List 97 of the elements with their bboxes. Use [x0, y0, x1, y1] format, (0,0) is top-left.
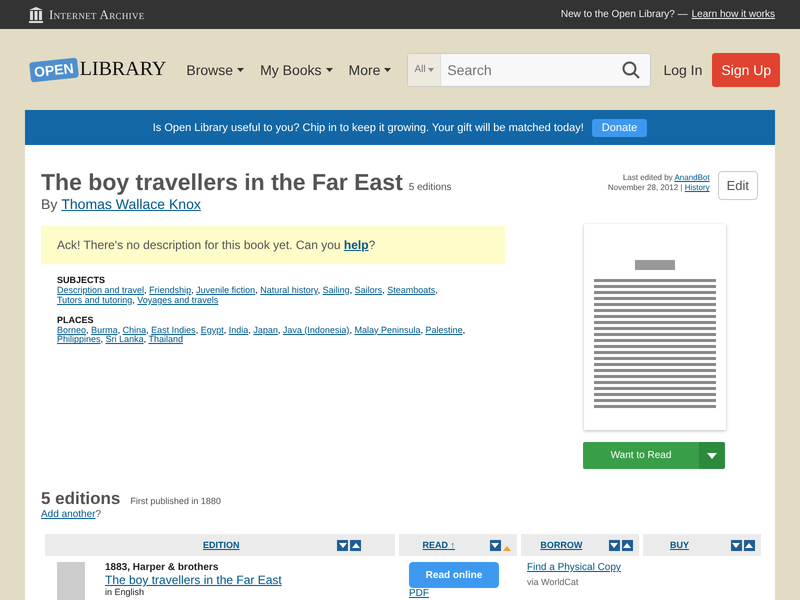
reading-list-dropdown[interactable]	[699, 442, 725, 469]
separator-comma: ,	[118, 324, 120, 335]
edition-cover-image	[57, 562, 85, 600]
nav-menu[interactable]: Browse	[180, 62, 250, 78]
places-heading: PLACES	[57, 316, 95, 326]
column-sort-link[interactable]: EDITION	[203, 540, 240, 550]
sort-descending-icon[interactable]	[730, 540, 742, 550]
separator-comma: ,	[382, 284, 385, 295]
edit-button[interactable]: Edit	[718, 171, 758, 200]
login-link[interactable]: Log In	[663, 62, 702, 78]
search-input[interactable]: Search	[441, 62, 622, 78]
subject-link[interactable]: Friendship	[149, 284, 192, 295]
subject-link[interactable]: Tutors and tutoring	[57, 294, 132, 305]
place-link[interactable]: India	[228, 324, 248, 335]
subject-link[interactable]: Sailors	[354, 284, 382, 295]
nav-menu[interactable]: More	[342, 62, 398, 78]
caret-icon	[237, 68, 244, 72]
separator-comma: ,	[132, 294, 135, 305]
separator-comma: ,	[349, 324, 352, 335]
place-link[interactable]: Borneo	[57, 324, 86, 335]
subject-link[interactable]: Voyages and travels	[137, 294, 218, 305]
separator-comma: ,	[146, 324, 149, 335]
column-sort-link[interactable]: BORROW	[540, 540, 582, 550]
description-message: Ack! There's no description for this book yet. Can you	[57, 238, 341, 252]
sort-ascending-icon[interactable]	[744, 540, 755, 550]
sort-ascending-icon[interactable]	[622, 540, 633, 550]
place-link[interactable]: Egypt	[200, 324, 224, 335]
nav-menu[interactable]: My Books	[254, 62, 339, 78]
signup-button[interactable]: Sign Up	[712, 52, 780, 86]
edition-language: in English	[105, 587, 146, 597]
separator-comma: ,	[196, 324, 198, 335]
subject-link[interactable]: Description and travel	[57, 284, 144, 295]
new-user-prompt: New to the Open Library? —	[560, 9, 688, 20]
sort-descending-icon[interactable]	[490, 540, 501, 550]
donation-message: Is Open Library useful to you? Chip in to keep it growing. Your gift will be matched today!	[152, 122, 584, 134]
separator-comma: ,	[435, 284, 438, 295]
sort-ascending-icon[interactable]	[350, 540, 361, 550]
place-link[interactable]: East Indies	[151, 324, 196, 335]
search-scope-dropdown[interactable]: All	[408, 54, 442, 86]
archive-brand-link[interactable]: Internet Archive	[49, 6, 145, 22]
subjects-heading: SUBJECTS	[57, 276, 106, 286]
search-icon[interactable]	[622, 60, 640, 78]
separator-comma: ,	[86, 324, 89, 335]
separator-comma: ,	[144, 334, 146, 344]
column-sort-link[interactable]: READ ↑	[422, 540, 455, 550]
separator-comma: ,	[224, 324, 226, 335]
pdf-link[interactable]: PDF	[409, 588, 429, 599]
editions-heading: 5 editions	[41, 489, 120, 509]
by-label: By	[41, 196, 58, 212]
separator-comma: ,	[144, 284, 147, 295]
place-link[interactable]: Palestine	[426, 324, 463, 335]
author-link[interactable]: Thomas Wallace Knox	[61, 196, 201, 212]
place-link[interactable]: Philippines	[57, 334, 101, 344]
columns-building-icon	[28, 6, 44, 22]
separator-comma: ,	[420, 324, 424, 335]
search-field[interactable]: All Search	[407, 52, 652, 86]
separator-comma: ,	[255, 284, 258, 295]
editor-link[interactable]: AnandBot	[674, 173, 710, 182]
separator-comma: ,	[350, 284, 352, 295]
caret-icon	[384, 68, 392, 72]
separator-comma: ,	[100, 334, 104, 344]
history-link[interactable]: History	[684, 183, 710, 192]
caret-icon	[428, 68, 434, 72]
separator-comma: ,	[318, 284, 320, 295]
place-link[interactable]: Japan	[253, 324, 278, 335]
edition-publisher: 1883, Harper & brothers	[105, 562, 220, 573]
separator-comma: ,	[248, 324, 251, 335]
separator-comma: ,	[278, 324, 280, 335]
last-edited-label: Last edited by	[622, 173, 673, 182]
edition-title-link[interactable]: The boy travellers in the Far East	[105, 573, 282, 587]
help-link[interactable]: help	[344, 238, 369, 252]
subject-link[interactable]: Sailing	[322, 284, 350, 295]
separator-comma: ,	[462, 324, 466, 335]
edition-count: 5 editions	[408, 182, 452, 193]
place-link[interactable]: Burma	[91, 324, 118, 335]
find-copy-link[interactable]: Find a Physical Copy	[527, 562, 621, 573]
subject-link[interactable]: Steamboats	[387, 284, 436, 295]
caret-icon	[326, 68, 333, 72]
question-mark: ?	[96, 509, 102, 520]
open-library-logo[interactable]: OPEN LIBRARY	[30, 58, 166, 81]
separator-comma: ,	[191, 284, 194, 295]
first-published: First published in 1880	[130, 496, 221, 506]
learn-link[interactable]: Learn how it works	[692, 9, 775, 20]
subject-link[interactable]: Juvenile fiction	[196, 284, 256, 295]
place-link[interactable]: Thailand	[148, 334, 183, 344]
sort-descending-icon[interactable]	[608, 540, 620, 550]
place-link[interactable]: China	[122, 324, 146, 335]
edit-date: November 28, 2012 |	[608, 183, 682, 192]
place-link[interactable]: Sri Lanka	[106, 334, 144, 344]
book-title: The boy travellers in the Far East	[41, 169, 403, 196]
worldcat-note: via WorldCat	[527, 577, 580, 587]
add-edition-link[interactable]: Add another	[41, 509, 96, 520]
place-link[interactable]: Malay Peninsula	[354, 324, 421, 335]
column-sort-link[interactable]: BUY	[670, 540, 689, 550]
place-link[interactable]: Java (Indonesia)	[282, 324, 350, 335]
subject-link[interactable]: Natural history	[260, 284, 318, 295]
question-mark: ?	[368, 238, 376, 252]
